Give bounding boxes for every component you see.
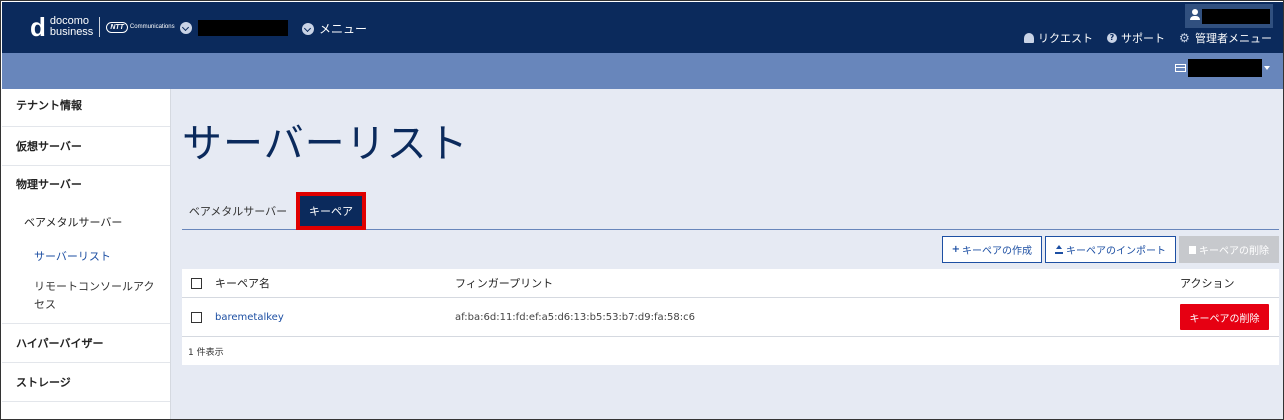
logo-text: docomo business [49,15,94,38]
checkbox-box [191,277,202,289]
trash-icon [1189,245,1196,254]
upload-icon [1055,244,1063,254]
redacted-tenant-name [198,20,288,36]
user-account-box[interactable] [1185,4,1273,28]
import-keypair-button[interactable]: キーペアのインポート [1045,236,1176,263]
tab-bar: ベアメタルサーバー キーペア [182,188,1279,230]
logo-divider [99,17,101,37]
admin-menu-link[interactable]: ⚙ 管理者メニュー [1179,30,1272,46]
sidebar: テナント情報 仮想サーバー 物理サーバー ベアメタルサーバー サーバーリスト リ… [2,89,171,419]
sidebar-item-server-list[interactable]: サーバーリスト [2,240,170,274]
menu-label: メニュー [319,22,368,36]
row-checkbox[interactable] [191,298,202,336]
sub-header [2,53,1283,89]
logo-mark: d [30,12,46,42]
tenant-selector[interactable] [180,20,288,36]
docomo-business-logo[interactable]: d docomo business NTT Communications [30,12,175,42]
ntt-logo: NTT [106,21,128,33]
row-action-cell: キーペアの削除 [1180,298,1269,336]
keypair-table: キーペア名 フィンガープリント アクション baremetalkey af:ba… [182,269,1279,365]
user-icon [1190,9,1200,20]
column-header-name: キーペア名 [215,277,270,290]
keypair-fingerprint: af:ba:6d:11:fd:ef:a5:d6:13:b5:53:b7:d9:f… [455,311,695,323]
keypair-name-link[interactable]: baremetalkey [215,298,284,336]
delete-keypairs-button[interactable]: キーペアの削除 [1179,236,1279,263]
sidebar-item-storage[interactable]: ストレージ [2,363,170,402]
redacted-project-name [1188,59,1262,77]
sidebar-item-remote-console[interactable]: リモートコンソールアクセス [2,274,170,324]
sidebar-item-hypervisor[interactable]: ハイパーバイザー [2,324,170,363]
bell-icon [1024,33,1034,43]
header-links: リクエスト ? サポート ⚙ 管理者メニュー [1010,30,1272,46]
column-header-fingerprint: フィンガープリント [455,277,554,290]
chevron-down-icon [302,22,314,35]
request-link[interactable]: リクエスト [1024,30,1093,46]
row-count: 1 件表示 [188,348,224,358]
redacted-user-name [1202,9,1270,24]
plus-icon: + [951,244,960,255]
table-actions: + キーペアの作成 キーペアのインポート キーペアの削除 [939,236,1279,263]
create-keypair-button[interactable]: + キーペアの作成 [941,236,1042,263]
support-link[interactable]: ? サポート [1107,30,1165,46]
top-header: d docomo business NTT Communications メニュ… [2,2,1283,53]
checkbox-box [191,311,202,323]
page-title: サーバーリスト [182,121,469,167]
project-selector[interactable] [1175,59,1270,77]
column-header-action: アクション [1180,277,1235,290]
tab-keypair[interactable]: キーペア [296,192,366,230]
gear-icon: ⚙ [1179,31,1190,45]
sidebar-item-virtual-server[interactable]: 仮想サーバー [2,127,170,166]
menu-selector[interactable]: メニュー [302,20,367,37]
delete-keypair-button[interactable]: キーペアの削除 [1180,304,1269,330]
sidebar-item-tenant-info[interactable]: テナント情報 [2,89,170,127]
sidebar-item-baremetal-server[interactable]: ベアメタルサーバー [2,206,170,240]
ntt-logo-sub: Communications [129,24,175,30]
caret-down-icon [1264,66,1270,70]
select-all-checkbox[interactable] [191,269,202,297]
main-content: サーバーリスト ベアメタルサーバー キーペア + キーペアの作成 キーペアのイン… [171,89,1283,419]
sidebar-item-physical-server[interactable]: 物理サーバー [2,166,170,206]
table-header: キーペア名 フィンガープリント アクション [182,269,1279,298]
help-icon: ? [1107,33,1117,43]
chevron-down-icon [180,22,192,34]
card-icon [1175,64,1186,72]
tab-baremetal-server[interactable]: ベアメタルサーバー [182,194,294,228]
table-row: baremetalkey af:ba:6d:11:fd:ef:a5:d6:13:… [182,298,1279,337]
app-window: d docomo business NTT Communications メニュ… [0,0,1284,420]
